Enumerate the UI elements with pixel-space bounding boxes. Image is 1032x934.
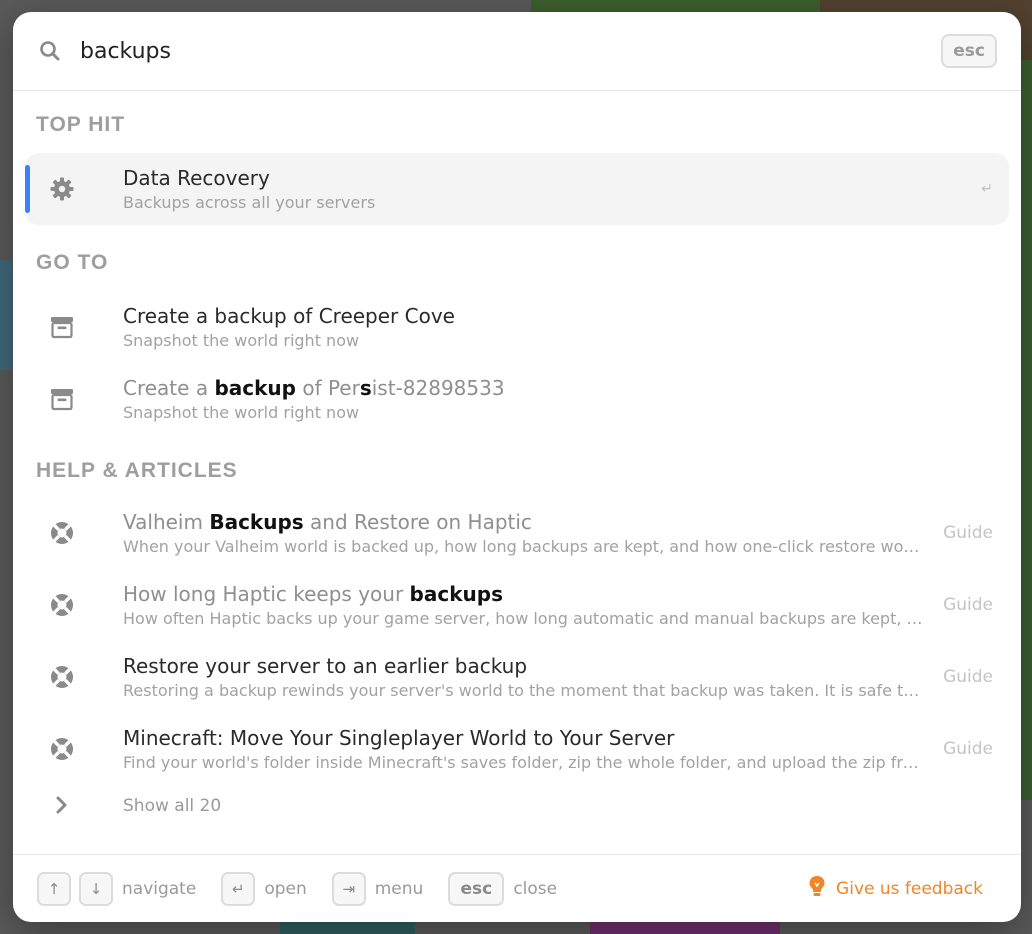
guide-tag: Guide bbox=[943, 739, 993, 759]
show-all-button[interactable]: Show all 20 bbox=[25, 777, 1009, 833]
search-bar: esc bbox=[13, 12, 1021, 91]
guide-tag: Guide bbox=[943, 595, 993, 615]
menu-label: menu bbox=[374, 878, 424, 899]
result-subtitle: Snapshot the world right now bbox=[123, 330, 360, 350]
gear-icon bbox=[49, 176, 97, 202]
result-item-backup-persist[interactable]: Create a backup of Persist-82898533 Snap… bbox=[25, 363, 1009, 435]
guide-tag: Guide bbox=[943, 667, 993, 687]
esc-button[interactable]: esc bbox=[941, 34, 997, 68]
search-icon bbox=[37, 38, 63, 64]
result-title: Valheim Backups and Restore on Haptic bbox=[123, 509, 532, 534]
show-all-label: Show all 20 bbox=[123, 795, 222, 816]
lifebuoy-icon bbox=[49, 520, 97, 546]
guide-tag: Guide bbox=[943, 523, 993, 543]
results-list: TOP HIT Data Recovery Backups across all… bbox=[13, 113, 1021, 833]
result-subtitle: Find your world's folder inside Minecraf… bbox=[123, 752, 923, 772]
enter-icon: ↵ bbox=[981, 181, 993, 197]
section-title-go-to: GO TO bbox=[36, 251, 109, 274]
down-arrow-key: ↓ bbox=[79, 871, 113, 906]
result-subtitle: Snapshot the world right now bbox=[123, 402, 360, 422]
result-subtitle: Restoring a backup rewinds your server's… bbox=[123, 680, 923, 700]
search-input[interactable] bbox=[80, 31, 942, 71]
navigate-label: navigate bbox=[122, 878, 197, 899]
up-arrow-key: ↑ bbox=[37, 871, 71, 906]
result-title: Create a backup of Creeper Cove bbox=[123, 303, 455, 328]
archive-box-icon bbox=[49, 387, 97, 411]
result-title: Restore your server to an earlier backup bbox=[123, 653, 528, 678]
chevron-right-icon bbox=[49, 795, 97, 815]
footer-hints: ↑ ↓ navigate ↵ open ⇥ menu esc close Giv… bbox=[13, 854, 1021, 922]
open-label: open bbox=[264, 878, 307, 899]
tab-key: ⇥ bbox=[331, 871, 366, 906]
result-title: How long Haptic keeps your backups bbox=[123, 581, 503, 606]
result-title: Create a backup of Persist-82898533 bbox=[123, 375, 505, 400]
lifebuoy-icon bbox=[49, 592, 97, 618]
result-item-article[interactable]: Valheim Backups and Restore on Haptic Wh… bbox=[25, 497, 1009, 569]
result-item-article[interactable]: How long Haptic keeps your backups How o… bbox=[25, 569, 1009, 641]
enter-key: ↵ bbox=[221, 871, 256, 906]
feedback-link[interactable]: Give us feedback bbox=[808, 875, 983, 902]
selection-indicator bbox=[25, 165, 30, 213]
feedback-label: Give us feedback bbox=[836, 878, 983, 899]
result-item-data-recovery[interactable]: Data Recovery Backups across all your se… bbox=[25, 153, 1009, 225]
section-title-help: HELP & ARTICLES bbox=[36, 459, 238, 482]
close-label: close bbox=[513, 878, 558, 899]
lifebuoy-icon bbox=[49, 664, 97, 690]
lightbulb-icon bbox=[808, 875, 826, 902]
result-subtitle: When your Valheim world is backed up, ho… bbox=[123, 536, 923, 556]
section-title-top-hit: TOP HIT bbox=[36, 113, 126, 136]
result-title: Data Recovery bbox=[123, 165, 270, 190]
command-palette: esc TOP HIT bbox=[13, 12, 1021, 922]
result-title: Minecraft: Move Your Singleplayer World … bbox=[123, 725, 675, 750]
result-item-backup-creeper-cove[interactable]: Create a backup of Creeper Cove Snapshot… bbox=[25, 291, 1009, 363]
esc-key: esc bbox=[448, 871, 505, 906]
lifebuoy-icon bbox=[49, 736, 97, 762]
result-item-article[interactable]: Minecraft: Move Your Singleplayer World … bbox=[25, 713, 1009, 785]
archive-box-icon bbox=[49, 315, 97, 339]
result-item-article[interactable]: Restore your server to an earlier backup… bbox=[25, 641, 1009, 713]
result-subtitle: Backups across all your servers bbox=[123, 192, 376, 212]
result-subtitle: How often Haptic backs up your game serv… bbox=[123, 608, 923, 628]
